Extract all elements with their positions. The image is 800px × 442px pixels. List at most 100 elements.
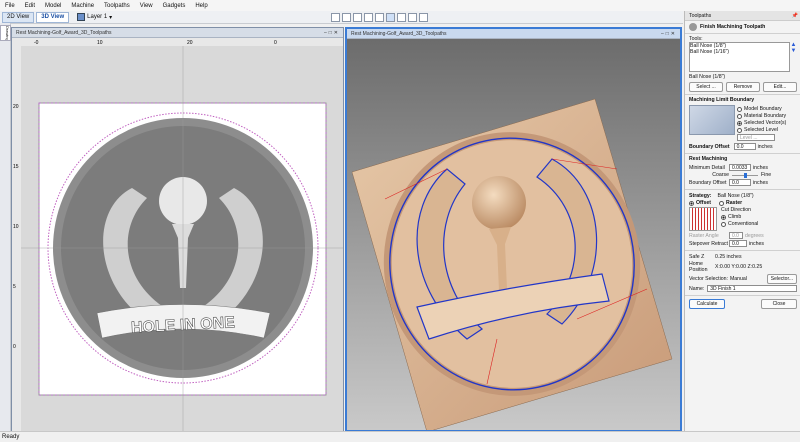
stepover-input[interactable]: 0.0 — [729, 240, 747, 247]
pane-3d-title: Rest Machining-Golf_Award_3D_Toolpaths — [351, 30, 447, 37]
toolpath-heading: Finish Machining Toolpath — [685, 21, 800, 34]
radio-raster[interactable] — [719, 200, 724, 206]
min-detail-input[interactable]: 0.0033 — [729, 164, 751, 171]
zoom-box-icon[interactable] — [342, 12, 352, 22]
drawing-tab[interactable]: Drawing — [0, 25, 11, 41]
radio-climb[interactable] — [721, 214, 726, 220]
machine-info-section: Safe Z 0.25 inches Home Position X:0.00 Y:… — [685, 251, 800, 296]
panel-title: Toolpaths — [689, 12, 712, 19]
zoom-out-icon[interactable] — [364, 12, 374, 22]
boundary-offset-label: Boundary Offset — [689, 143, 730, 150]
stepover-unit: inches — [749, 240, 764, 247]
layer-dropdown[interactable]: Layer 1 ▾ — [77, 13, 112, 21]
tab-2d-view[interactable]: 2D View — [2, 11, 35, 23]
radio-offset[interactable] — [689, 200, 694, 206]
render-canvas-3d[interactable] — [347, 39, 680, 430]
pane-3d-title-bar: Rest Machining-Golf_Award_3D_Toolpaths –… — [347, 29, 680, 39]
ruler-top — [12, 38, 343, 46]
boundary-preview-image — [689, 105, 735, 135]
render-icon[interactable] — [408, 12, 418, 22]
home-value: X:0.00 Y:0.00 Z:0.25 — [715, 264, 763, 270]
raster-label: Raster — [726, 200, 743, 206]
tool-order-arrows[interactable]: ▲ ▼ — [790, 42, 797, 72]
menu-help[interactable]: Help — [190, 3, 212, 9]
tab-3d-view[interactable]: 3D View — [36, 11, 70, 23]
pan-icon[interactable] — [375, 12, 385, 22]
menu-view[interactable]: View — [135, 3, 158, 9]
menu-machine[interactable]: Machine — [66, 3, 99, 9]
radio-selected-level[interactable] — [737, 127, 742, 133]
window-controls[interactable]: –□✕ — [661, 31, 677, 37]
zoom-extents-icon[interactable] — [331, 12, 341, 22]
climb-label: Climb — [728, 214, 742, 220]
view-toolbar: 2D View 3D View Layer 1 ▾ — [0, 11, 683, 24]
selected-tool: Ball Nose (1/8") — [689, 74, 726, 80]
toolpath-name: Finish Machining Toolpath — [700, 24, 766, 30]
raster-angle-label: Raster Angle — [689, 232, 719, 239]
menu-gadgets[interactable]: Gadgets — [158, 3, 191, 9]
radio-conventional[interactable] — [721, 221, 726, 227]
offset-label: Offset — [696, 200, 711, 206]
action-buttons: Calculate Close — [685, 296, 800, 312]
menu-bar: File Edit Model Machine Toolpaths View G… — [0, 0, 800, 11]
close-button[interactable]: Close — [761, 299, 797, 309]
pin-icon[interactable]: 📌 — [792, 13, 798, 19]
boundary-offset-input[interactable]: 0.0 — [733, 143, 756, 150]
menu-edit[interactable]: Edit — [20, 3, 40, 9]
fine-label: Fine — [761, 172, 772, 178]
pane-2d-title: Rest Machining-Golf_Award_3D_Toolpaths — [16, 29, 112, 36]
limit-title: Machining Limit Boundary — [689, 97, 755, 103]
edit-tool-button[interactable]: Edit... — [763, 82, 797, 92]
radio-model-boundary[interactable] — [737, 106, 742, 112]
select-tool-button[interactable]: Select ... — [689, 82, 723, 92]
chevron-down-icon: ▾ — [109, 14, 113, 21]
view-iso-icon[interactable] — [386, 12, 396, 22]
material-icon[interactable] — [419, 12, 429, 22]
vector-selection-value: Manual — [729, 276, 747, 282]
radio-selected-vectors[interactable] — [737, 120, 742, 126]
raster-angle-input[interactable]: 0.0 — [729, 232, 743, 239]
level-dropdown[interactable]: Level ... — [737, 134, 775, 141]
calculate-button[interactable]: Calculate — [689, 299, 725, 309]
min-detail-unit: inches — [753, 164, 768, 171]
view-top-icon[interactable] — [397, 12, 407, 22]
tools-section: Tools: Ball Nose (1/8") Ball Nose (1/16"… — [685, 34, 800, 95]
radio-material-boundary[interactable] — [737, 113, 742, 119]
zoom-in-icon[interactable] — [353, 12, 363, 22]
name-input[interactable]: 3D Finish 1 — [707, 285, 797, 292]
selector-button[interactable]: Selector... — [766, 274, 797, 284]
limit-boundary-section: Machining Limit Boundary Model Boundary … — [685, 95, 800, 154]
strategy-tool: Ball Nose (1/8") — [717, 193, 754, 199]
status-bar: Ready — [0, 431, 800, 442]
ruler-top-label-4: 0 — [274, 40, 277, 46]
offset-pattern-image — [689, 207, 717, 231]
window-controls[interactable]: –□✕ — [324, 30, 340, 36]
safe-z-label: Safe Z — [689, 254, 705, 260]
rest-offset-input[interactable]: 0.0 — [729, 179, 751, 186]
design-canvas-2d[interactable]: -0 10 20 0 20 15 10 5 0 HOLE IN ONE — [12, 38, 343, 432]
menu-file[interactable]: File — [0, 3, 20, 9]
layer-icon — [77, 13, 86, 21]
ruler-left-label-1: 20 — [13, 104, 19, 110]
remove-tool-button[interactable]: Remove — [726, 82, 760, 92]
pane-2d-view: Rest Machining-Golf_Award_3D_Toolpaths –… — [11, 27, 344, 433]
rest-offset-label: Boundary Offset — [689, 179, 727, 186]
ruler-left-label-3: 10 — [13, 224, 19, 230]
tool-item-2[interactable]: Ball Nose (1/16") — [690, 49, 789, 55]
menu-model[interactable]: Model — [40, 3, 66, 9]
pane-2d-title-bar: Rest Machining-Golf_Award_3D_Toolpaths –… — [12, 28, 343, 38]
limit-opt-2: Material Boundary — [744, 113, 787, 119]
conventional-label: Conventional — [728, 221, 759, 227]
cut-direction-label: Cut Direction — [721, 207, 751, 213]
strategy-label: Strategy: — [689, 193, 712, 199]
rest-title: Rest Machining — [689, 156, 728, 162]
status-text: Ready — [2, 434, 20, 440]
menu-toolpaths[interactable]: Toolpaths — [99, 3, 135, 9]
tools-list[interactable]: Ball Nose (1/8") Ball Nose (1/16") — [689, 42, 790, 72]
boundary-offset-unit: inches — [757, 143, 773, 150]
stepover-label: Stepover Retract — [689, 240, 728, 247]
vector-selection-label: Vector Selection: — [689, 276, 728, 282]
detail-slider[interactable] — [732, 172, 758, 178]
safe-z-value: 0.25 inches — [715, 254, 742, 260]
ruler-top-label-2: 10 — [97, 40, 103, 46]
